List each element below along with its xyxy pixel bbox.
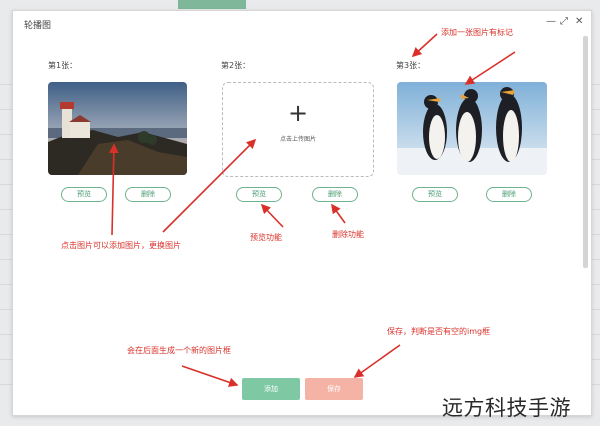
slide-3-delete-button[interactable]: 删除 bbox=[486, 187, 532, 202]
watermark: 远方科技手游 bbox=[442, 396, 571, 420]
scrollbar[interactable] bbox=[583, 36, 588, 268]
penguins-photo bbox=[397, 82, 547, 175]
lighthouse-photo bbox=[48, 82, 187, 175]
annotation-save-check: 保存，判断是否有空的img框 bbox=[387, 327, 491, 336]
annotation-click-image: 点击图片可以添加图片，更换图片 bbox=[61, 241, 181, 250]
maximize-icon[interactable]: ⤢ bbox=[560, 17, 568, 27]
upload-hint: 点击上传图片 bbox=[279, 136, 316, 143]
slide-2-preview-button[interactable]: 预览 bbox=[236, 187, 282, 202]
slide-3-label: 第3张： bbox=[396, 61, 426, 70]
slide-3-image[interactable] bbox=[397, 82, 547, 175]
slide-1-label: 第1张： bbox=[48, 61, 78, 70]
background-tab bbox=[178, 0, 246, 9]
slide-1-preview-button[interactable]: 预览 bbox=[61, 187, 107, 202]
slide-2-delete-button[interactable]: 删除 bbox=[312, 187, 358, 202]
slide-1-delete-button[interactable]: 删除 bbox=[125, 187, 171, 202]
plus-icon: + bbox=[287, 99, 309, 127]
add-button[interactable]: 添加 bbox=[242, 378, 300, 400]
slide-2-label: 第2张： bbox=[221, 61, 251, 70]
close-icon[interactable]: ✕ bbox=[575, 17, 583, 27]
annotation-delete-feature: 删除功能 bbox=[332, 230, 364, 239]
slide-3-preview-button[interactable]: 预览 bbox=[412, 187, 458, 202]
upload-box[interactable]: + 点击上传图片 bbox=[222, 82, 374, 177]
annotation-add-marker: 添加一张图片有标记 bbox=[441, 28, 513, 37]
carousel-dialog: 轮播图 — ⤢ ✕ 第1张： 预览 删除 第2张： + 点击上传图片 预览 删除… bbox=[12, 10, 592, 416]
minimize-icon[interactable]: — bbox=[546, 17, 556, 27]
slide-1-image[interactable] bbox=[48, 82, 187, 175]
annotation-preview-feature: 预览功能 bbox=[250, 233, 282, 242]
dialog-title: 轮播图 bbox=[24, 21, 52, 31]
save-button[interactable]: 保存 bbox=[305, 378, 363, 400]
annotation-new-slot: 会在后面生成一个新的图片框 bbox=[127, 346, 231, 355]
background-rows-left bbox=[0, 60, 12, 400]
